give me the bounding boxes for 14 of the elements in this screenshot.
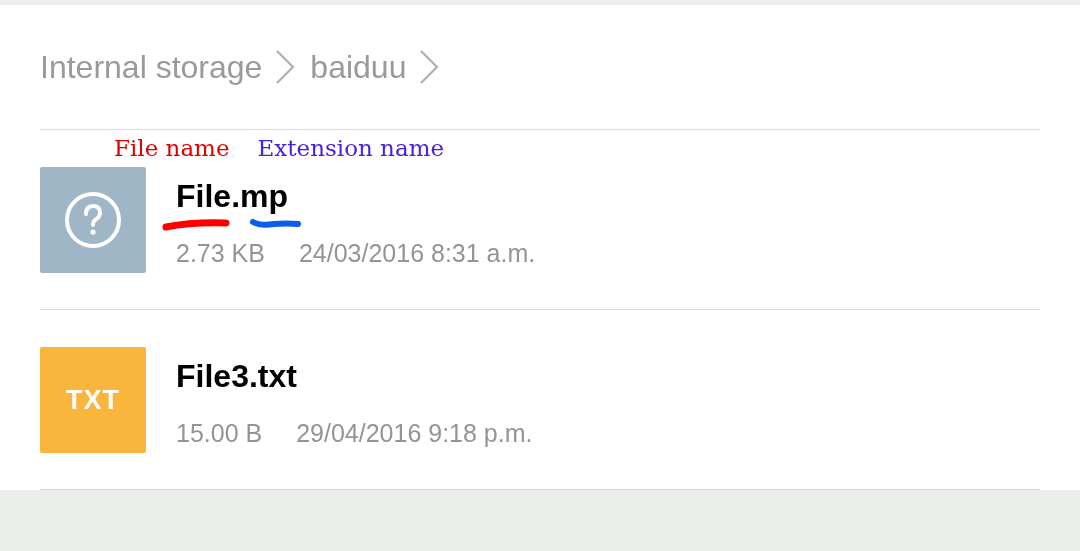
file-name: File.mp xyxy=(176,178,288,214)
chevron-icon xyxy=(274,49,297,85)
file-row[interactable]: TXT File3.txt 15.00 B 29/04/2016 9:18 p.m. xyxy=(40,310,1040,489)
file-size: 2.73 KB xyxy=(176,238,265,268)
unknown-file-icon xyxy=(40,167,146,273)
file-row[interactable]: File.mp 2.73 KB 24/03/2016 8:31 a.m. xyxy=(40,166,1040,309)
file-date: 24/03/2016 8:31 a.m. xyxy=(298,238,536,268)
annotation-label: Extension name xyxy=(257,135,445,161)
chevron-icon xyxy=(418,49,441,85)
annotation-label: File name xyxy=(114,135,230,161)
file-name: File3.txt xyxy=(176,358,297,394)
file-type-label: TXT xyxy=(66,384,120,416)
file-size: 15.00 B xyxy=(176,418,263,448)
file-date: 29/04/2016 9:18 p.m. xyxy=(296,418,533,448)
